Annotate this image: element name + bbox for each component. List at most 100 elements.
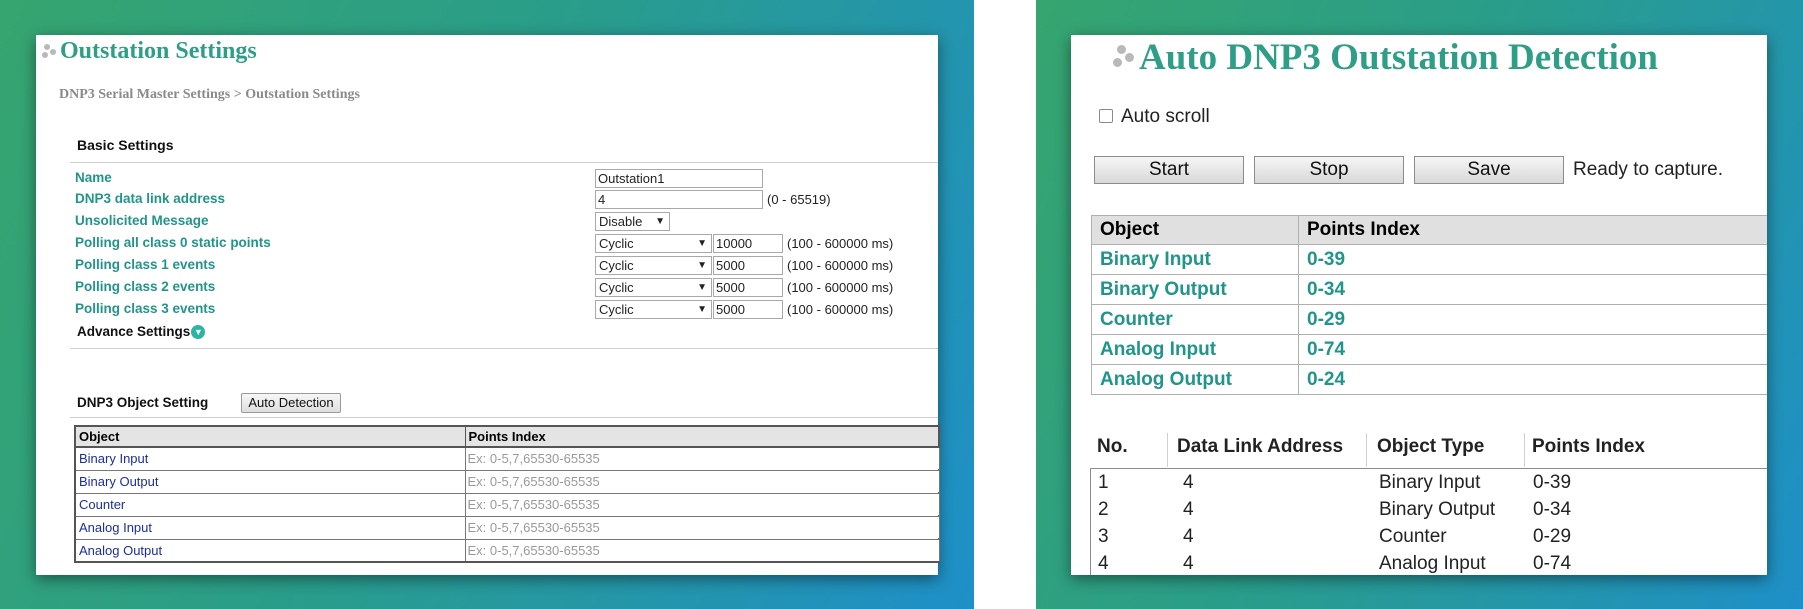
class1-range: (100 - 600000 ms)	[787, 258, 894, 273]
detected-objects-table: Object Points Index Binary Input 0-39 Bi…	[1091, 215, 1767, 395]
save-button[interactable]: Save	[1414, 156, 1564, 184]
class0-mode: Cyclic	[599, 236, 634, 251]
table-row: Analog Input Ex: 0-5,7,65530-65535	[74, 515, 940, 540]
points-input[interactable]: Ex: 0-5,7,65530-65535	[466, 448, 938, 469]
dots-icon	[42, 43, 58, 60]
class3-interval-input[interactable]: 5000	[713, 300, 783, 319]
result-type: Binary Output	[1379, 499, 1496, 520]
points-header: Points Index	[1298, 215, 1767, 245]
auto-detection-button[interactable]: Auto Detection	[241, 393, 341, 413]
chevron-down-icon: ▼	[697, 260, 707, 271]
chevron-down-icon: ▼	[697, 282, 707, 293]
object-name: Binary Input	[74, 446, 466, 471]
name-input[interactable]: Outstation1	[595, 169, 763, 188]
object-header: Object	[1091, 215, 1299, 245]
class2-interval-input[interactable]: 5000	[713, 278, 783, 297]
result-points: 0-34	[1533, 499, 1572, 520]
result-header-addr: Data Link Address	[1177, 436, 1344, 457]
result-addr: 4	[1183, 499, 1194, 520]
class1-interval-input[interactable]: 5000	[713, 256, 783, 275]
result-header-type: Object Type	[1377, 436, 1485, 457]
class2-range: (100 - 600000 ms)	[787, 280, 894, 295]
points-input[interactable]: Ex: 0-5,7,65530-65535	[466, 494, 938, 515]
result-points: 0-74	[1533, 553, 1572, 574]
divider	[70, 162, 938, 163]
object-points: 0-29	[1298, 304, 1767, 335]
points-cell: Ex: 0-5,7,65530-65535	[464, 492, 940, 517]
basic-settings-heading: Basic Settings	[77, 137, 174, 153]
page-title-row: Auto DNP3 Outstation Detection	[1113, 36, 1658, 79]
page-title: Outstation Settings	[60, 38, 257, 64]
chevron-down-icon: ▼	[655, 216, 665, 227]
object-name: Binary Output	[74, 469, 466, 494]
class0-interval-input[interactable]: 10000	[713, 234, 783, 253]
column-divider	[1366, 433, 1367, 467]
class0-label: Polling all class 0 static points	[75, 235, 271, 250]
object-name: Binary Output	[1091, 274, 1299, 305]
object-setting-heading: DNP3 Object Setting	[77, 395, 209, 410]
dots-icon	[1113, 44, 1137, 71]
auto-scroll-label: Auto scroll	[1121, 106, 1210, 127]
class3-range: (100 - 600000 ms)	[787, 302, 894, 317]
points-input[interactable]: Ex: 0-5,7,65530-65535	[466, 471, 938, 492]
class1-label: Polling class 1 events	[75, 257, 216, 272]
unsolicited-select[interactable]: Disable ▼	[595, 212, 670, 231]
link-address-label: DNP3 data link address	[75, 191, 226, 206]
outstation-settings-panel: Outstation Settings DNP3 Serial Master S…	[36, 35, 940, 575]
auto-scroll-checkbox[interactable]	[1099, 109, 1113, 123]
object-name: Analog Input	[74, 515, 466, 540]
object-points: 0-74	[1298, 334, 1767, 365]
chevron-down-icon: ▼	[191, 325, 206, 340]
column-divider	[1524, 433, 1525, 467]
table-header-row: Object Points Index	[1091, 215, 1767, 245]
result-addr: 4	[1183, 526, 1194, 547]
points-input[interactable]: Ex: 0-5,7,65530-65535	[466, 540, 938, 560]
table-row: Counter 0-29	[1091, 304, 1767, 335]
object-points: 0-24	[1298, 364, 1767, 395]
class2-mode: Cyclic	[599, 280, 634, 295]
result-points: 0-29	[1533, 526, 1572, 547]
table-row: Binary Output 0-34	[1091, 274, 1767, 305]
class3-mode: Cyclic	[599, 302, 634, 317]
class0-mode-select[interactable]: Cyclic ▼	[595, 234, 712, 253]
result-addr: 4	[1183, 553, 1194, 574]
result-points: 0-39	[1533, 472, 1572, 493]
result-no: 2	[1098, 499, 1109, 520]
class0-range: (100 - 600000 ms)	[787, 236, 894, 251]
result-no: 4	[1098, 553, 1109, 574]
points-cell: Ex: 0-5,7,65530-65535	[464, 446, 940, 471]
class2-label: Polling class 2 events	[75, 279, 216, 294]
object-name: Counter	[1091, 304, 1299, 335]
object-name: Analog Input	[1091, 334, 1299, 365]
stop-button[interactable]: Stop	[1254, 156, 1404, 184]
class2-mode-select[interactable]: Cyclic ▼	[595, 278, 712, 297]
link-address-input[interactable]: 4	[595, 190, 763, 209]
page-title-row: Outstation Settings	[42, 38, 257, 65]
result-type: Analog Input	[1379, 553, 1486, 574]
advance-settings-toggle[interactable]: Advance Settings ▼	[77, 324, 206, 340]
points-header: Points Index	[464, 425, 940, 448]
result-no: 1	[1098, 472, 1109, 493]
start-button[interactable]: Start	[1094, 156, 1244, 184]
capture-status: Ready to capture.	[1573, 159, 1723, 180]
class3-mode-select[interactable]: Cyclic ▼	[595, 300, 712, 319]
points-cell: Ex: 0-5,7,65530-65535	[464, 515, 940, 540]
result-header-no: No.	[1097, 436, 1128, 457]
points-cell: Ex: 0-5,7,65530-65535	[464, 469, 940, 494]
table-row: Binary Output Ex: 0-5,7,65530-65535	[74, 469, 940, 494]
object-points: 0-34	[1298, 274, 1767, 305]
object-name: Analog Output	[74, 538, 466, 563]
result-list[interactable]: 1 4 Binary Input 0-39 2 4 Binary Output …	[1090, 468, 1767, 575]
class1-mode-select[interactable]: Cyclic ▼	[595, 256, 712, 275]
object-name: Binary Input	[1091, 244, 1299, 275]
points-input[interactable]: Ex: 0-5,7,65530-65535	[466, 517, 938, 538]
object-name: Analog Output	[1091, 364, 1299, 395]
object-points: 0-39	[1298, 244, 1767, 275]
class3-label: Polling class 3 events	[75, 301, 216, 316]
table-row: Analog Input 0-74	[1091, 334, 1767, 365]
object-header: Object	[74, 425, 466, 448]
class1-mode: Cyclic	[599, 258, 634, 273]
chevron-down-icon: ▼	[697, 304, 707, 315]
unsolicited-value: Disable	[599, 214, 643, 229]
result-no: 3	[1098, 526, 1109, 547]
